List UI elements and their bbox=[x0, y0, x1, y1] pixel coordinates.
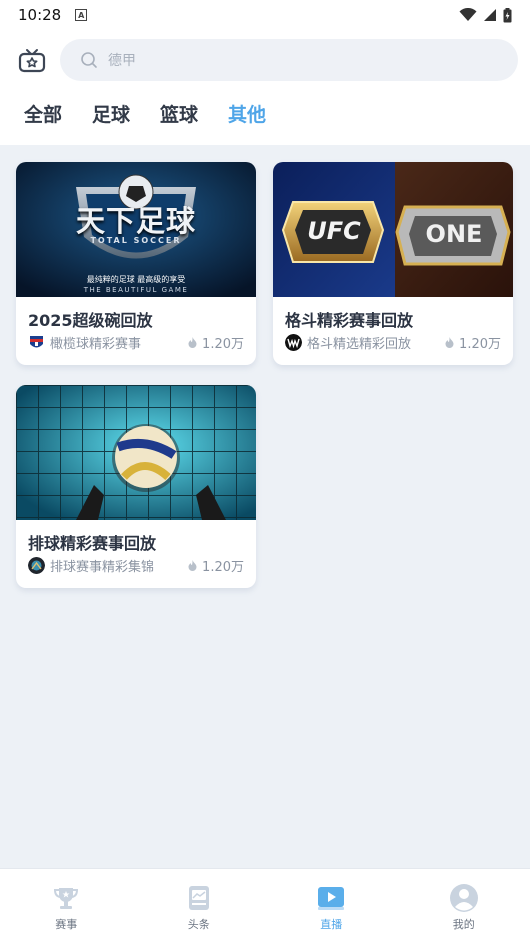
tv-icon[interactable] bbox=[18, 47, 46, 75]
card-meta: 格斗精选精彩回放 1.20万 bbox=[285, 333, 501, 352]
status-bar: 10:28 A bbox=[0, 0, 530, 30]
card-thumbnail bbox=[16, 385, 256, 520]
fire-icon bbox=[188, 560, 197, 571]
card-meta: 橄榄球精彩赛事 1.20万 bbox=[28, 333, 244, 352]
tab-all[interactable]: 全部 bbox=[24, 100, 62, 127]
nfl-logo-icon bbox=[30, 336, 43, 348]
status-time: 10:28 bbox=[18, 6, 62, 24]
wwe-logo-icon bbox=[285, 334, 302, 351]
view-count: 1.20万 bbox=[445, 333, 501, 352]
nav-item-matches[interactable]: 赛事 bbox=[0, 869, 133, 942]
tab-football[interactable]: 足球 bbox=[92, 100, 130, 127]
nav-label: 赛事 bbox=[55, 918, 78, 931]
thumb-tagline: 最纯粹的足球 最高级的享受 bbox=[86, 275, 186, 284]
nav-item-headlines[interactable]: 头条 bbox=[133, 869, 266, 942]
source-name: 排球赛事精彩集锦 bbox=[50, 560, 155, 575]
nav-label: 直播 bbox=[320, 918, 343, 931]
video-card-fighting[interactable]: UFC ONE 格斗精彩赛事回放 格斗精选精彩回放 1.20万 bbox=[273, 162, 513, 365]
view-count-value: 1.20万 bbox=[202, 337, 244, 352]
category-tabs: 全部 足球 篮球 其他 bbox=[24, 100, 266, 127]
volleyball-channel-icon bbox=[28, 557, 45, 574]
view-count-value: 1.20万 bbox=[202, 560, 244, 575]
card-thumbnail: UFC ONE bbox=[273, 162, 513, 297]
battery-icon bbox=[503, 7, 512, 22]
tab-basketball[interactable]: 篮球 bbox=[160, 100, 198, 127]
video-card-volleyball[interactable]: 排球精彩赛事回放 排球赛事精彩集锦 1.20万 bbox=[16, 385, 256, 588]
card-title: 2025超级碗回放 bbox=[28, 311, 153, 330]
card-meta: 排球赛事精彩集锦 1.20万 bbox=[28, 556, 244, 575]
bottom-nav: 赛事 头条 直播 我的 bbox=[0, 868, 530, 942]
card-thumbnail: 天下足球 TOTAL SOCCER 最纯粹的足球 最高级的享受 THE BEAU… bbox=[16, 162, 256, 297]
view-count: 1.20万 bbox=[188, 556, 244, 575]
nav-label: 头条 bbox=[187, 918, 210, 931]
nav-label: 我的 bbox=[452, 918, 475, 931]
view-count: 1.20万 bbox=[188, 333, 244, 352]
play-icon bbox=[318, 887, 345, 910]
news-icon bbox=[188, 886, 209, 910]
wifi-icon bbox=[459, 8, 477, 21]
view-count-value: 1.20万 bbox=[459, 337, 501, 352]
header: 德甲 全部 足球 篮球 其他 bbox=[0, 30, 530, 145]
card-title: 格斗精彩赛事回放 bbox=[285, 311, 414, 330]
card-title: 排球精彩赛事回放 bbox=[28, 534, 157, 553]
fire-icon bbox=[445, 337, 454, 348]
thumb-tagline-en: THE BEAUTIFUL GAME bbox=[83, 286, 189, 294]
notification-icon: A bbox=[75, 9, 88, 21]
video-card-superbowl[interactable]: 天下足球 TOTAL SOCCER 最纯粹的足球 最高级的享受 THE BEAU… bbox=[16, 162, 256, 365]
search-bar[interactable]: 德甲 bbox=[60, 39, 518, 81]
nav-item-live[interactable]: 直播 bbox=[265, 869, 398, 942]
status-icons bbox=[459, 7, 512, 23]
thumb-one-text: ONE bbox=[425, 220, 483, 248]
signal-icon bbox=[484, 9, 496, 21]
fire-icon bbox=[188, 337, 197, 348]
thumb-logo-sub: TOTAL SOCCER bbox=[90, 236, 182, 245]
tab-other[interactable]: 其他 bbox=[228, 100, 266, 127]
nav-item-profile[interactable]: 我的 bbox=[398, 869, 530, 942]
source-name: 格斗精选精彩回放 bbox=[307, 337, 412, 352]
user-icon bbox=[449, 884, 478, 912]
trophy-icon bbox=[54, 888, 79, 909]
search-placeholder[interactable]: 德甲 bbox=[108, 50, 136, 70]
thumb-ufc-text: UFC bbox=[307, 217, 361, 245]
source-name: 橄榄球精彩赛事 bbox=[50, 337, 142, 352]
thumb-logo-text: 天下足球 bbox=[75, 204, 196, 238]
search-icon bbox=[81, 52, 97, 68]
